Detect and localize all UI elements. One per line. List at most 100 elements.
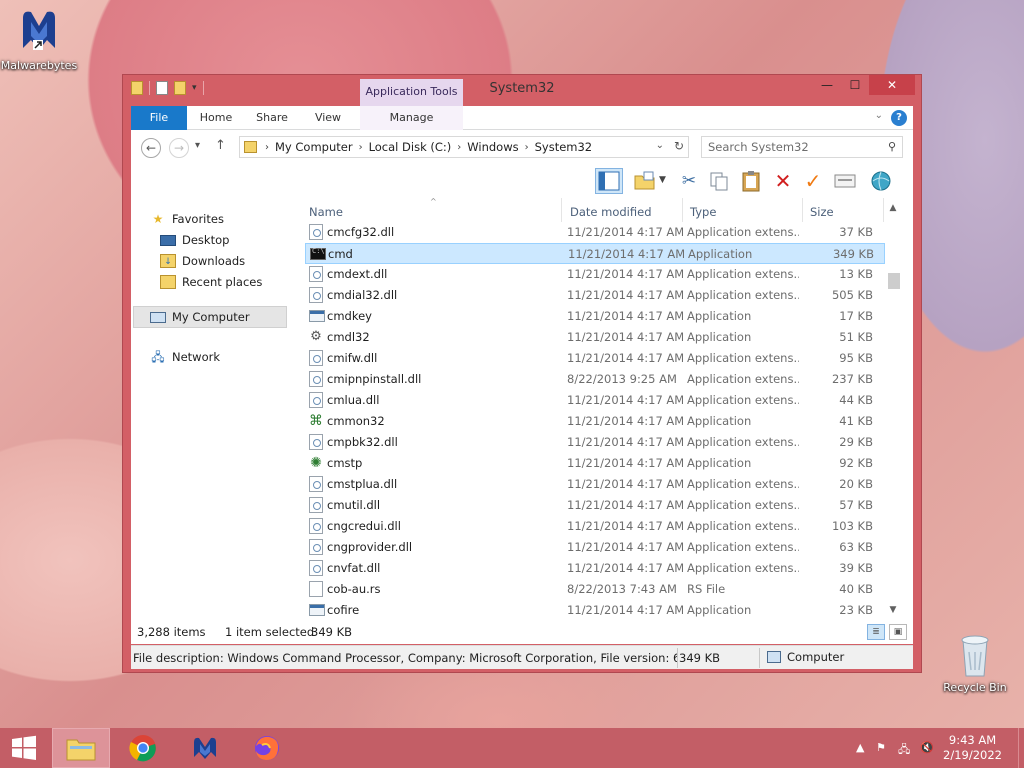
show-desktop-button[interactable] [1018, 728, 1024, 768]
details-bar: File description: Windows Command Proces… [131, 645, 913, 669]
expand-ribbon-icon[interactable]: ⌄ [875, 110, 883, 121]
desktop-icon-recycle-bin[interactable]: Recycle Bin [936, 630, 1014, 694]
taskbar-firefox[interactable] [238, 728, 296, 768]
properties-button[interactable] [831, 168, 859, 194]
column-date-modified[interactable]: Date modified [570, 205, 652, 219]
preview-pane-button[interactable] [595, 168, 623, 194]
taskbar-clock[interactable]: 9:43 AM 2/19/2022 [943, 733, 1002, 763]
selected-count: 1 item selected [225, 625, 315, 639]
file-type: Application extens... [687, 477, 799, 491]
chevron-right-icon[interactable]: › [359, 142, 363, 153]
file-type: Application extens... [687, 267, 799, 281]
tab-share[interactable]: Share [247, 106, 297, 130]
action-center-flag-icon[interactable]: ⚑ [876, 741, 886, 754]
refresh-icon[interactable]: ↻ [674, 139, 684, 153]
address-bar[interactable]: › My Computer › Local Disk (C:) › Window… [239, 136, 689, 158]
file-row-cmipnpinstall-dll[interactable]: cmipnpinstall.dll 8/22/2013 9:25 AM Applic… [305, 369, 885, 390]
delete-button[interactable]: ✕ [769, 168, 797, 194]
taskbar-file-explorer[interactable] [52, 728, 110, 768]
search-input[interactable]: Search System32 ⚲ [701, 136, 903, 158]
up-button[interactable]: ↑ [215, 138, 226, 153]
close-button[interactable]: ✕ [869, 75, 915, 95]
new-folder-dropdown-icon[interactable]: ▼ [659, 175, 666, 185]
chevron-right-icon[interactable]: › [265, 142, 269, 153]
file-row-cmifw-dll[interactable]: cmifw.dll 11/21/2014 4:17 AM Application e… [305, 348, 885, 369]
column-type[interactable]: Type [690, 205, 716, 219]
vertical-scrollbar[interactable]: ▲ ▼ [885, 198, 901, 620]
file-row-cngcredui-dll[interactable]: cngcredui.dll 11/21/2014 4:17 AM Applicati… [305, 516, 885, 537]
help-icon[interactable]: ? [891, 110, 907, 126]
copy-button[interactable] [705, 168, 733, 194]
taskbar-malwarebytes[interactable] [176, 728, 234, 768]
new-folder-button[interactable] [631, 168, 659, 194]
breadcrumb-my-computer[interactable]: My Computer [275, 140, 353, 154]
file-row-cmutil-dll[interactable]: cmutil.dll 11/21/2014 4:17 AM Application … [305, 495, 885, 516]
taskbar-chrome[interactable] [114, 728, 172, 768]
file-type: Application [687, 414, 752, 428]
file-row-cmstp[interactable]: ✺ cmstp 11/21/2014 4:17 AM Application 92 KB [305, 453, 885, 474]
nav-downloads[interactable]: ↓ Downloads [160, 254, 245, 268]
start-button[interactable] [0, 728, 48, 768]
title-bar[interactable]: ▾ Application Tools System32 — ☐ ✕ [123, 75, 921, 107]
scroll-down-icon[interactable]: ▼ [885, 602, 901, 618]
file-row-cmdl32[interactable]: ⚙ cmdl32 11/21/2014 4:17 AM Application 51 K… [305, 327, 885, 348]
tab-home[interactable]: Home [191, 106, 241, 130]
recent-locations-icon[interactable]: ▾ [195, 140, 200, 151]
file-row-cmdkey[interactable]: cmdkey 11/21/2014 4:17 AM Application 17 KB [305, 306, 885, 327]
file-row-cmd[interactable]: cmd 11/21/2014 4:17 AM Application 349 KB [305, 243, 885, 264]
volume-muted-icon[interactable]: 🔇 [920, 741, 934, 754]
desktop-icon-malwarebytes[interactable]: Malwarebytes [0, 6, 78, 72]
large-icons-view-button[interactable]: ▣ [889, 624, 907, 640]
file-row-cngprovider-dll[interactable]: cngprovider.dll 11/21/2014 4:17 AM Applica… [305, 537, 885, 558]
command-toolbar: ▼ ✂ ✕ ✓ [131, 166, 913, 198]
file-row-cmstplua-dll[interactable]: cmstplua.dll 11/21/2014 4:17 AM Applicatio… [305, 474, 885, 495]
column-size[interactable]: Size [810, 205, 834, 219]
network-status-icon[interactable]: 🖧 [898, 741, 910, 760]
tab-manage[interactable]: Manage [360, 106, 463, 130]
nav-favorites[interactable]: ★ Favorites [150, 212, 224, 226]
chrome-icon [129, 735, 156, 762]
search-icon[interactable]: ⚲ [888, 140, 896, 153]
tab-view[interactable]: View [303, 106, 353, 130]
nav-my-computer[interactable]: My Computer [133, 306, 287, 328]
window-title: System32 [489, 81, 555, 96]
file-row-cob-au-rs[interactable]: cob-au.rs 8/22/2013 7:43 AM RS File 40 KB [305, 579, 885, 600]
maximize-button[interactable]: ☐ [841, 75, 869, 95]
address-bar-row: ← → ▾ ↑ › My Computer › Local Disk (C:) … [131, 130, 913, 166]
file-row-cmpbk32-dll[interactable]: cmpbk32.dll 11/21/2014 4:17 AM Application… [305, 432, 885, 453]
rename-button[interactable]: ✓ [799, 168, 827, 194]
chevron-right-icon[interactable]: › [525, 142, 529, 153]
forward-button[interactable]: → [169, 138, 189, 158]
breadcrumb-system32[interactable]: System32 [535, 140, 593, 154]
breadcrumb-local-disk[interactable]: Local Disk (C:) [369, 140, 452, 154]
file-row-cmcfg32-dll[interactable]: cmcfg32.dll 11/21/2014 4:17 AM Application… [305, 222, 885, 243]
chevron-right-icon[interactable]: › [457, 142, 461, 153]
scrollbar-thumb[interactable] [888, 273, 900, 289]
file-row-cmlua-dll[interactable]: cmlua.dll 11/21/2014 4:17 AM Application e… [305, 390, 885, 411]
file-row-cmmon32[interactable]: ⌘ cmmon32 11/21/2014 4:17 AM Application 41 … [305, 411, 885, 432]
breadcrumb-windows[interactable]: Windows [467, 140, 518, 154]
file-name: cmlua.dll [327, 393, 380, 407]
column-name[interactable]: Name [309, 205, 343, 219]
nav-desktop[interactable]: Desktop [160, 233, 229, 247]
file-row-cnvfat-dll[interactable]: cnvfat.dll 11/21/2014 4:17 AM Application … [305, 558, 885, 579]
paste-button[interactable] [737, 168, 765, 194]
minimize-button[interactable]: — [813, 75, 841, 95]
file-type: Application extens... [687, 288, 799, 302]
show-hidden-icons[interactable]: ▲ [856, 741, 864, 754]
nav-network[interactable]: 🖧 Network [150, 350, 220, 364]
file-date-modified: 11/21/2014 4:17 AM [567, 435, 683, 449]
browse-button[interactable] [867, 168, 895, 194]
file-row-cofire[interactable]: cofire 11/21/2014 4:17 AM Application 23 KB [305, 600, 885, 621]
file-name: cngcredui.dll [327, 519, 401, 533]
scroll-up-icon[interactable]: ▲ [885, 200, 901, 216]
back-button[interactable]: ← [141, 138, 161, 158]
details-view-button[interactable]: ≣ [867, 624, 885, 640]
nav-recent-places[interactable]: Recent places [160, 275, 262, 289]
tab-file[interactable]: File [131, 106, 187, 130]
file-row-cmdext-dll[interactable]: cmdext.dll 11/21/2014 4:17 AM Application … [305, 264, 885, 285]
file-row-cmdial32-dll[interactable]: cmdial32.dll 11/21/2014 4:17 AM Applicatio… [305, 285, 885, 306]
address-dropdown-icon[interactable]: ⌄ [656, 140, 664, 151]
file-date-modified: 11/21/2014 4:17 AM [567, 498, 683, 512]
cut-button[interactable]: ✂ [675, 168, 703, 194]
